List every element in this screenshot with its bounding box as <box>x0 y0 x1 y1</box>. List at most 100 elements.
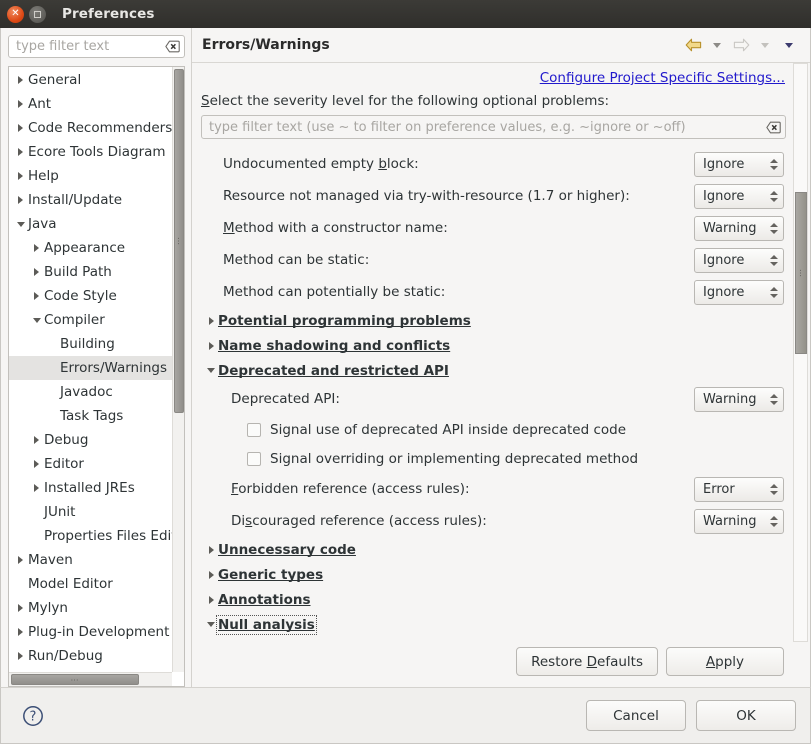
maximize-icon[interactable] <box>29 5 46 23</box>
sidebar-item-help[interactable]: Help <box>9 164 172 188</box>
severity-dropdown[interactable]: Warning <box>694 215 784 241</box>
stepper-down-icon[interactable] <box>769 522 778 527</box>
sidebar-item-java[interactable]: Java <box>9 212 172 236</box>
clear-icon[interactable] <box>766 121 781 134</box>
sidebar-item-ant[interactable]: Ant <box>9 92 172 116</box>
stepper-down-icon[interactable] <box>769 229 778 234</box>
twisty-collapsed-icon[interactable] <box>13 604 28 612</box>
help-icon[interactable]: ? <box>21 704 45 728</box>
severity-dropdown[interactable]: Ignore <box>694 247 784 273</box>
checkbox-row[interactable]: Signal overriding or implementing deprec… <box>201 444 787 473</box>
sidebar-item-properties-files-editor[interactable]: Properties Files Editor <box>9 524 172 548</box>
stepper-up-icon[interactable] <box>769 254 778 259</box>
back-arrow-icon[interactable] <box>682 34 704 56</box>
sidebar-item-editor[interactable]: Editor <box>9 452 172 476</box>
apply-button[interactable]: Apply <box>666 647 784 676</box>
severity-dropdown[interactable]: Warning <box>694 386 784 412</box>
twisty-collapsed-icon[interactable] <box>29 244 44 252</box>
sidebar-item-plug-in-development[interactable]: Plug-in Development <box>9 620 172 644</box>
checkbox-icon[interactable] <box>247 422 261 437</box>
stepper-up-icon[interactable] <box>769 158 778 163</box>
stepper-arrows[interactable] <box>769 190 778 202</box>
sidebar-item-build-path[interactable]: Build Path <box>9 260 172 284</box>
sidebar-item-building[interactable]: Building <box>9 332 172 356</box>
stepper-up-icon[interactable] <box>769 515 778 520</box>
sidebar-item-compiler[interactable]: Compiler <box>9 308 172 332</box>
view-menu-chevron-down-icon[interactable] <box>778 34 800 56</box>
twisty-collapsed-icon[interactable] <box>13 76 28 84</box>
twisty-collapsed-icon[interactable] <box>29 268 44 276</box>
twisty-collapsed-icon[interactable] <box>13 652 28 660</box>
twisty-collapsed-icon[interactable] <box>29 436 44 444</box>
twisty-collapsed-icon[interactable] <box>204 570 218 579</box>
close-icon[interactable]: ✕ <box>7 5 24 23</box>
stepper-up-icon[interactable] <box>769 393 778 398</box>
stepper-down-icon[interactable] <box>769 261 778 266</box>
checkbox-icon[interactable] <box>247 451 261 466</box>
severity-dropdown[interactable]: Warning <box>694 508 784 534</box>
stepper-down-icon[interactable] <box>769 490 778 495</box>
stepper-arrows[interactable] <box>769 483 778 495</box>
twisty-collapsed-icon[interactable] <box>13 172 28 180</box>
tree-vertical-scrollbar-thumb[interactable]: ⋮ <box>174 69 184 413</box>
twisty-collapsed-icon[interactable] <box>13 196 28 204</box>
twisty-expanded-icon[interactable] <box>204 368 218 373</box>
sidebar-item-ecore-tools-diagram[interactable]: Ecore Tools Diagram <box>9 140 172 164</box>
sidebar-item-installed-jres[interactable]: Installed JREs <box>9 476 172 500</box>
twisty-collapsed-icon[interactable] <box>13 148 28 156</box>
stepper-up-icon[interactable] <box>769 222 778 227</box>
sidebar-item-install-update[interactable]: Install/Update <box>9 188 172 212</box>
sidebar-item-model-editor[interactable]: Model Editor <box>9 572 172 596</box>
sidebar-item-errors-warnings[interactable]: Errors/Warnings <box>9 356 172 380</box>
back-history-chevron-down-icon[interactable] <box>706 34 728 56</box>
ok-button[interactable]: OK <box>696 700 796 731</box>
severity-dropdown[interactable]: Ignore <box>694 151 784 177</box>
severity-dropdown[interactable]: Ignore <box>694 279 784 305</box>
content-vertical-scrollbar-thumb[interactable]: ⋮ <box>795 192 807 354</box>
configure-project-specific-settings-link[interactable]: Configure Project Specific Settings... <box>540 70 785 86</box>
twisty-expanded-icon[interactable] <box>204 622 218 627</box>
stepper-up-icon[interactable] <box>769 190 778 195</box>
section-header-null-analysis[interactable]: Null analysis <box>201 612 787 637</box>
severity-dropdown[interactable]: Ignore <box>694 183 784 209</box>
twisty-collapsed-icon[interactable] <box>29 292 44 300</box>
twisty-collapsed-icon[interactable] <box>29 484 44 492</box>
stepper-up-icon[interactable] <box>769 286 778 291</box>
stepper-up-icon[interactable] <box>769 483 778 488</box>
stepper-down-icon[interactable] <box>769 197 778 202</box>
tree-vertical-scrollbar[interactable]: ⋮ <box>172 67 184 672</box>
twisty-collapsed-icon[interactable] <box>13 100 28 108</box>
twisty-collapsed-icon[interactable] <box>29 460 44 468</box>
stepper-arrows[interactable] <box>769 222 778 234</box>
section-header-potential-programming-problems[interactable]: Potential programming problems <box>201 308 787 333</box>
stepper-arrows[interactable] <box>769 158 778 170</box>
clear-icon[interactable] <box>165 40 180 53</box>
sidebar-item-appearance[interactable]: Appearance <box>9 236 172 260</box>
sidebar-item-code-style[interactable]: Code Style <box>9 284 172 308</box>
tree-filter-field[interactable]: type filter text <box>8 35 185 58</box>
sidebar-item-javadoc[interactable]: Javadoc <box>9 380 172 404</box>
sidebar-item-junit[interactable]: JUnit <box>9 500 172 524</box>
stepper-down-icon[interactable] <box>769 165 778 170</box>
sidebar-item-maven[interactable]: Maven <box>9 548 172 572</box>
twisty-collapsed-icon[interactable] <box>13 556 28 564</box>
stepper-arrows[interactable] <box>769 515 778 527</box>
sidebar-item-mylyn[interactable]: Mylyn <box>9 596 172 620</box>
twisty-collapsed-icon[interactable] <box>204 595 218 604</box>
twisty-expanded-icon[interactable] <box>29 317 44 323</box>
section-header-generic-types[interactable]: Generic types <box>201 562 787 587</box>
content-vertical-scrollbar[interactable]: ⋮ <box>793 63 808 642</box>
section-header-deprecated-and-restricted-api[interactable]: Deprecated and restricted API <box>201 358 787 383</box>
sidebar-item-code-recommenders[interactable]: Code Recommenders <box>9 116 172 140</box>
tree-horizontal-scrollbar[interactable]: ⋯ <box>9 672 172 686</box>
checkbox-row[interactable]: Signal use of deprecated API inside depr… <box>201 415 787 444</box>
stepper-arrows[interactable] <box>769 393 778 405</box>
cancel-button[interactable]: Cancel <box>586 700 686 731</box>
tree-horizontal-scrollbar-thumb[interactable]: ⋯ <box>11 674 139 685</box>
twisty-collapsed-icon[interactable] <box>204 545 218 554</box>
twisty-collapsed-icon[interactable] <box>204 316 218 325</box>
restore-defaults-button[interactable]: Restore Defaults <box>516 647 658 676</box>
sidebar-item-general[interactable]: General <box>9 68 172 92</box>
sidebar-item-run-debug[interactable]: Run/Debug <box>9 644 172 668</box>
section-header-unnecessary-code[interactable]: Unnecessary code <box>201 537 787 562</box>
